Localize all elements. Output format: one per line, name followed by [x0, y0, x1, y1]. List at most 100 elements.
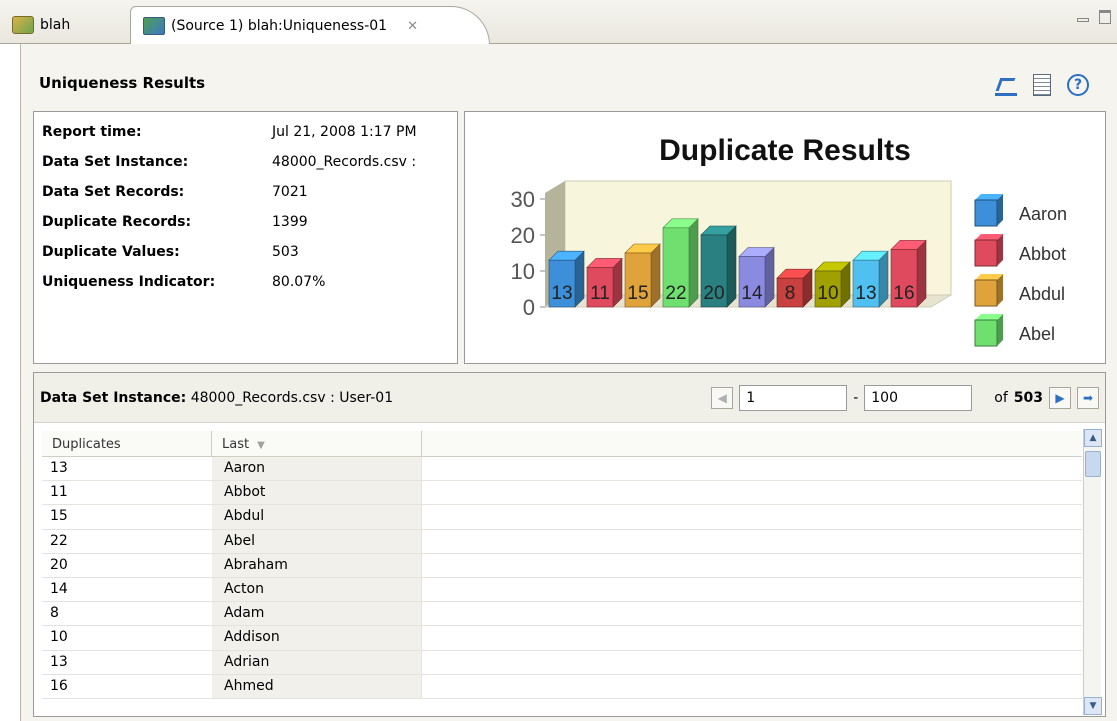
maximize-icon[interactable] [1099, 10, 1111, 24]
data-label: 16 [893, 283, 914, 304]
column-header-duplicates[interactable]: Duplicates [42, 431, 212, 456]
dataset-table-section: Data Set Instance: 48000_Records.csv : U… [33, 372, 1106, 717]
summary-row-uniqueness-indicator: Uniqueness Indicator: 80.07% [42, 274, 325, 298]
pager: ◀ - of 503 ▶ ➡ [711, 385, 1099, 411]
legend-label: Aaron [1019, 204, 1067, 224]
dataset-instance-value: 48000_Records.csv : User-01 [190, 390, 394, 406]
scroll-thumb[interactable] [1085, 451, 1101, 477]
summary-value: Jul 21, 2008 1:17 PM [272, 124, 417, 140]
cell-duplicates: 15 [50, 508, 68, 525]
previous-page-icon[interactable]: ◀ [711, 387, 734, 409]
bar-side [574, 250, 585, 308]
legend-swatch [974, 319, 998, 347]
data-label: 13 [855, 283, 876, 304]
export-icon[interactable] [995, 74, 1017, 96]
dataset-instance: Data Set Instance: 48000_Records.csv : U… [40, 390, 393, 406]
cell-empty [422, 554, 1082, 577]
duplicates-table: Duplicates Last ▼ 13 Aaron 11 Abbot 15 Abdul 22… [42, 431, 1082, 713]
summary-value: 80.07% [272, 274, 326, 290]
duplicate-results-chart: Duplicate Results 0 10 20 30 13 11 15 22 20 14 8 10… [464, 111, 1106, 364]
column-header-last[interactable]: Last ▼ [212, 431, 422, 456]
cell-empty [422, 578, 1082, 601]
cell-last: Abbot [212, 481, 422, 505]
table-row[interactable]: 15 Abdul [42, 505, 1082, 530]
cell-last: Ahmed [212, 674, 422, 698]
summary-label: Duplicate Records: [42, 214, 192, 230]
bar-side [650, 243, 661, 308]
cell-empty [422, 602, 1082, 625]
cell-last: Abel [212, 529, 422, 553]
tab-uniqueness[interactable]: (Source 1) blah:Uniqueness-01 ✕ [130, 6, 490, 45]
table-row[interactable]: 16 Ahmed [42, 674, 1082, 699]
scroll-up-icon[interactable]: ▲ [1084, 429, 1102, 447]
tab-blah[interactable]: blah [4, 6, 124, 44]
sort-descending-icon: ▼ [257, 440, 265, 451]
report-icon[interactable] [1033, 74, 1051, 96]
cell-last: Aaron [212, 457, 422, 481]
y-tick-label: 0 [523, 295, 535, 320]
cell-empty [422, 505, 1082, 528]
summary-row-duplicate-values: Duplicate Values: 503 [42, 244, 299, 268]
summary-label: Report time: [42, 124, 142, 140]
y-tick-label: 20 [511, 223, 535, 248]
source-data-icon [143, 17, 165, 35]
dataset-header: Data Set Instance: 48000_Records.csv : U… [34, 373, 1105, 423]
legend-swatch [974, 279, 998, 307]
summary-value: 7021 [272, 184, 308, 200]
legend-label: Abdul [1019, 284, 1065, 304]
cell-duplicates: 16 [50, 677, 68, 694]
column-header-last-label: Last [222, 437, 250, 452]
cell-duplicates: 8 [50, 605, 59, 622]
table-scrollbar[interactable]: ▲ ▼ [1083, 429, 1102, 715]
tab-uniqueness-label: (Source 1) blah:Uniqueness-01 [171, 18, 388, 34]
y-tick-label: 30 [511, 187, 535, 212]
table-row[interactable]: 13 Aaron [42, 457, 1082, 482]
pager-total: 503 [1013, 390, 1043, 406]
data-label: 13 [551, 283, 572, 304]
help-icon[interactable]: ? [1067, 74, 1089, 96]
table-body: 13 Aaron 11 Abbot 15 Abdul 22 Abel 20 Abraham 14 Ac… [42, 457, 1082, 699]
cell-empty [422, 481, 1082, 504]
cell-duplicates: 13 [50, 460, 68, 476]
y-tick-label: 10 [511, 259, 535, 284]
summary-value: 48000_Records.csv : [272, 154, 417, 170]
cell-last: Addison [212, 626, 422, 650]
tab-blah-label: blah [40, 17, 71, 33]
table-row[interactable]: 11 Abbot [42, 481, 1082, 506]
cell-last: Abdul [212, 505, 422, 529]
data-label: 10 [817, 283, 838, 304]
last-page-icon[interactable]: ➡ [1077, 387, 1099, 409]
summary-row-data-set-records: Data Set Records: 7021 [42, 184, 308, 208]
table-row[interactable]: 14 Acton [42, 577, 1082, 603]
scroll-down-icon[interactable]: ▼ [1084, 697, 1102, 715]
data-label: 8 [785, 283, 796, 304]
page-title: Uniqueness Results [39, 74, 206, 92]
bar-side [764, 246, 775, 308]
uniqueness-editor: Uniqueness Results ? Report time: Jul 21… [20, 44, 1117, 721]
next-page-icon[interactable]: ▶ [1049, 387, 1071, 409]
page-to-input[interactable] [864, 385, 973, 411]
summary-panel: Report time: Jul 21, 2008 1:17 PM Data S… [33, 111, 458, 364]
cell-last: Adam [212, 602, 422, 626]
table-row[interactable]: 10 Addison [42, 626, 1082, 651]
table-row[interactable]: 22 Abel [42, 529, 1082, 554]
table-row[interactable]: 8 Adam [42, 602, 1082, 627]
close-icon[interactable]: ✕ [407, 19, 418, 34]
legend-swatch [974, 239, 998, 267]
cell-duplicates: 20 [50, 556, 68, 573]
pager-of-label: of [994, 390, 1008, 406]
cell-duplicates: 10 [50, 629, 68, 646]
table-row[interactable]: 20 Abraham [42, 553, 1082, 578]
cell-duplicates: 13 [50, 653, 68, 670]
summary-value: 1399 [272, 214, 308, 230]
cell-last: Abraham [212, 553, 422, 577]
editor-tab-bar: blah (Source 1) blah:Uniqueness-01 ✕ [0, 0, 1117, 45]
summary-row-duplicate-records: Duplicate Records: 1399 [42, 214, 308, 238]
page-from-input[interactable] [739, 385, 848, 411]
dataset-instance-label: Data Set Instance: [40, 390, 187, 406]
blah-table-icon [12, 16, 34, 34]
table-row[interactable]: 13 Adrian [42, 650, 1082, 675]
cell-last: Acton [212, 577, 422, 602]
minimize-icon[interactable] [1077, 18, 1089, 22]
bar-side [878, 250, 889, 308]
